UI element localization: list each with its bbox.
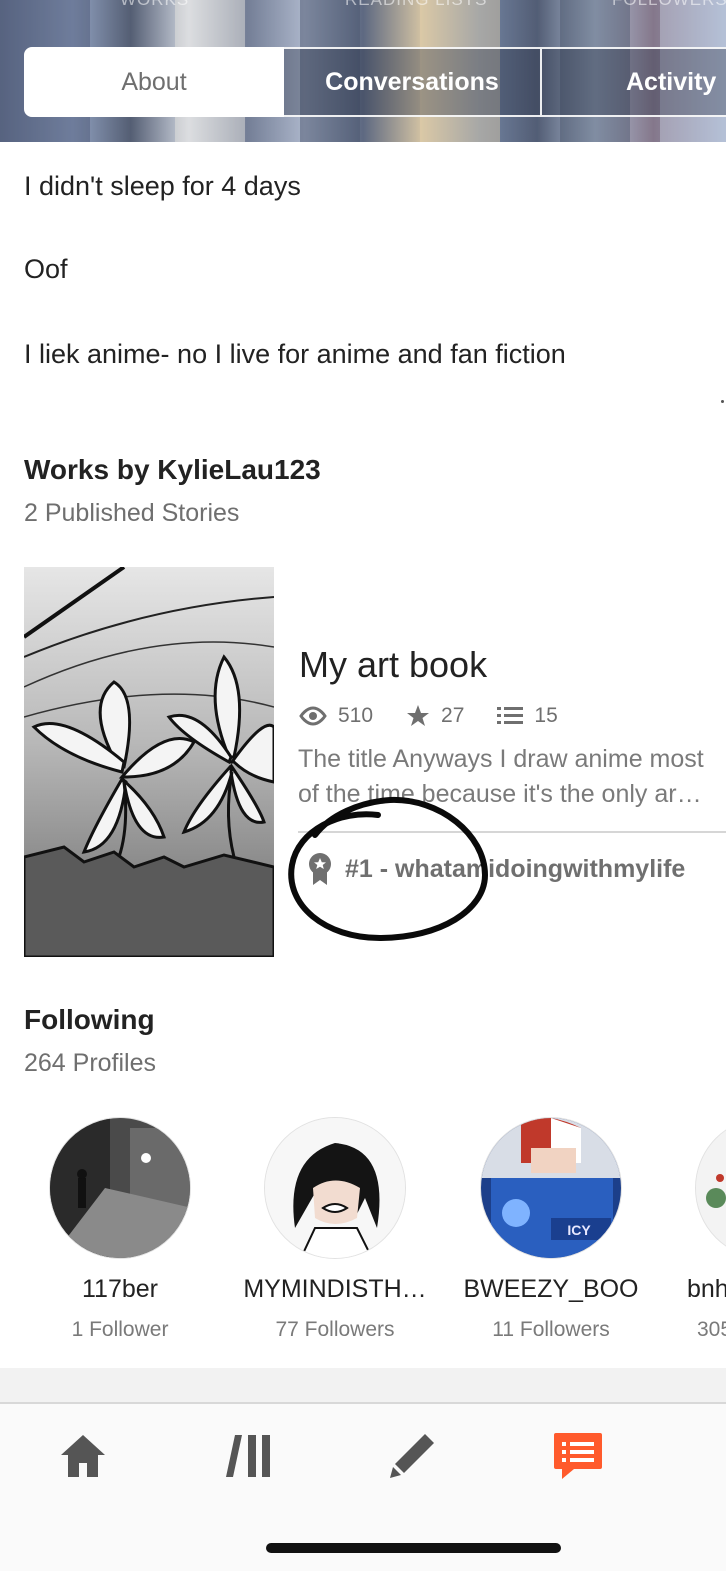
nav-home[interactable] — [53, 1426, 113, 1486]
parts-stat: 15 — [497, 704, 558, 728]
profile-followers: 11 Followers — [492, 1318, 610, 1341]
following-count: 264 Profiles — [24, 1049, 157, 1077]
tab-conversations[interactable]: Conversations — [284, 47, 542, 117]
tab-about[interactable]: About — [24, 47, 284, 117]
eye-icon — [299, 706, 327, 726]
story-cover-image[interactable] — [24, 567, 274, 957]
nav-library[interactable] — [219, 1426, 279, 1486]
home-icon — [61, 1435, 105, 1477]
votes-count: 27 — [441, 704, 465, 727]
following-section-title: Following — [24, 1004, 155, 1035]
list-icon — [497, 707, 524, 724]
story-title[interactable]: My art book — [299, 644, 487, 686]
banner-followers-label: FOLLOWERS — [612, 0, 726, 10]
votes-stat: 27 — [406, 704, 464, 728]
following-profile-2[interactable]: MYMINDISTH… 77 Followers — [227, 1117, 443, 1342]
profile-name: 117ber — [82, 1275, 158, 1303]
profile-name: MYMINDISTH… — [243, 1275, 427, 1303]
profile-followers: 1 Follower — [71, 1318, 169, 1341]
profile-name: bnh — [687, 1275, 726, 1303]
tab-activity[interactable]: Activity — [542, 47, 726, 117]
profile-tabs: About Conversations Activity — [24, 47, 726, 117]
scroll-indicator — [721, 400, 724, 403]
avatar[interactable] — [49, 1117, 191, 1259]
section-separator — [0, 1368, 726, 1402]
works-count: 2 Published Stories — [24, 499, 240, 527]
profile-followers: 77 Followers — [275, 1318, 395, 1341]
story-stats: 510 27 15 — [299, 702, 591, 730]
svg-text:ICY: ICY — [567, 1222, 591, 1238]
about-line-1: I didn't sleep for 4 days — [24, 171, 301, 201]
hand-drawn-circle-annotation — [288, 796, 489, 942]
following-profile-1[interactable]: 117ber 1 Follower — [12, 1117, 228, 1342]
reads-count: 510 — [338, 704, 374, 727]
avatar[interactable] — [695, 1117, 726, 1259]
nav-write[interactable] — [382, 1426, 442, 1486]
following-profile-4[interactable]: bnh 305 — [659, 1117, 726, 1342]
conversations-icon — [554, 1433, 602, 1479]
home-indicator[interactable] — [266, 1543, 561, 1553]
nav-conversations[interactable] — [548, 1426, 608, 1486]
following-profile-3[interactable]: ICY BWEEZY_BOO 11 Followers — [443, 1117, 659, 1342]
about-line-2: Oof — [24, 254, 68, 284]
about-line-3: I liek anime- no I live for anime and fa… — [24, 339, 566, 369]
avatar[interactable]: ICY — [480, 1117, 622, 1259]
avatar[interactable] — [264, 1117, 406, 1259]
write-icon — [390, 1434, 434, 1478]
banner-works-label: WORKS — [120, 0, 189, 10]
star-icon — [407, 705, 430, 726]
profile-name: BWEEZY_BOO — [463, 1275, 639, 1303]
profile-followers: 305 — [697, 1318, 726, 1341]
parts-count: 15 — [534, 704, 558, 727]
reads-stat: 510 — [299, 704, 373, 728]
banner-reading-lists-label: READING LISTS — [345, 0, 487, 10]
library-icon — [226, 1435, 270, 1477]
story-description-line-1: The title Anyways I draw anime most — [298, 745, 704, 773]
works-section-title: Works by KylieLau123 — [24, 454, 321, 485]
